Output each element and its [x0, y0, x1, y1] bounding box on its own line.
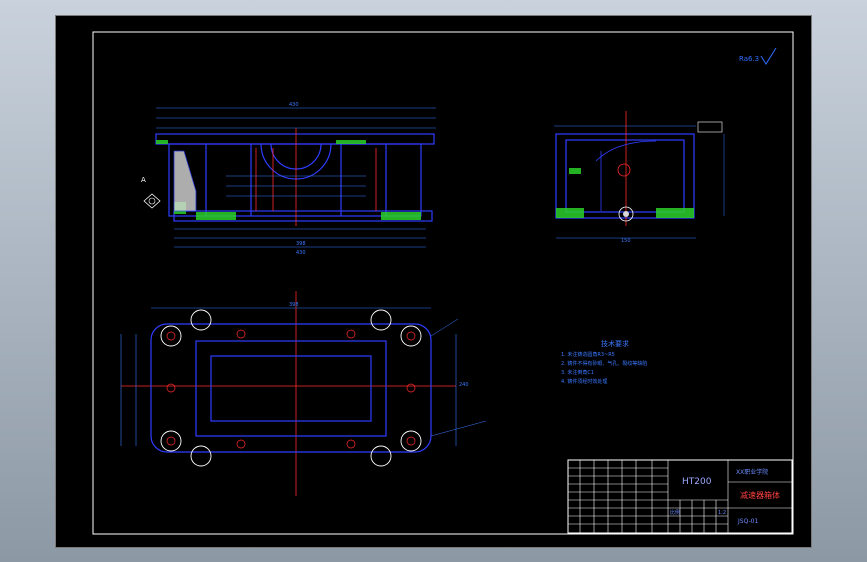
- svg-text:A: A: [141, 176, 146, 184]
- cad-viewport[interactable]: Ra6.3 430 A 398 430 150 398 240 技术要求 1. …: [55, 15, 812, 548]
- title-scale-label: 比例: [670, 509, 680, 516]
- note-line-1: 1. 未注铸造圆角R3~R5: [561, 351, 615, 358]
- title-drawing-no: JSQ-01: [737, 518, 758, 525]
- dim-top-width: 240: [459, 382, 469, 388]
- drawing-border: [92, 31, 794, 535]
- dim-front-overall: 430: [289, 102, 299, 108]
- svg-text:430: 430: [296, 250, 306, 256]
- title-material: HT200: [682, 477, 712, 487]
- title-block: HT200 XX职业学院 减速器箱体 比例 1:2 JSQ-01: [567, 459, 793, 534]
- roughness-symbol: Ra6.3: [739, 47, 777, 65]
- drawing-sheet: Ra6.3 430 A 398 430 150 398 240 技术要求 1. …: [92, 31, 794, 535]
- top-view: 398 240: [120, 291, 487, 496]
- title-school: XX职业学院: [736, 468, 768, 476]
- note-line-3: 3. 未注倒角C1: [561, 369, 594, 376]
- dim-side-height: 150: [621, 238, 631, 244]
- side-view: 150: [554, 111, 725, 244]
- title-scale-value: 1:2: [718, 510, 726, 516]
- note-line-4: 4. 铸件须经时效处理: [561, 378, 607, 385]
- note-line-2: 2. 铸件不得有砂眼、气孔、裂纹等缺陷: [561, 360, 647, 367]
- title-part-name: 减速器箱体: [740, 490, 780, 500]
- dim-front-base: 398: [296, 241, 306, 247]
- technical-notes: 技术要求 1. 未注铸造圆角R3~R5 2. 铸件不得有砂眼、气孔、裂纹等缺陷 …: [561, 339, 647, 385]
- roughness-check-icon: [760, 47, 777, 65]
- notes-heading: 技术要求: [601, 339, 629, 348]
- roughness-label: Ra6.3: [739, 55, 759, 63]
- dim-top-length: 398: [289, 302, 299, 308]
- front-view: 430 A 398 430: [141, 102, 436, 256]
